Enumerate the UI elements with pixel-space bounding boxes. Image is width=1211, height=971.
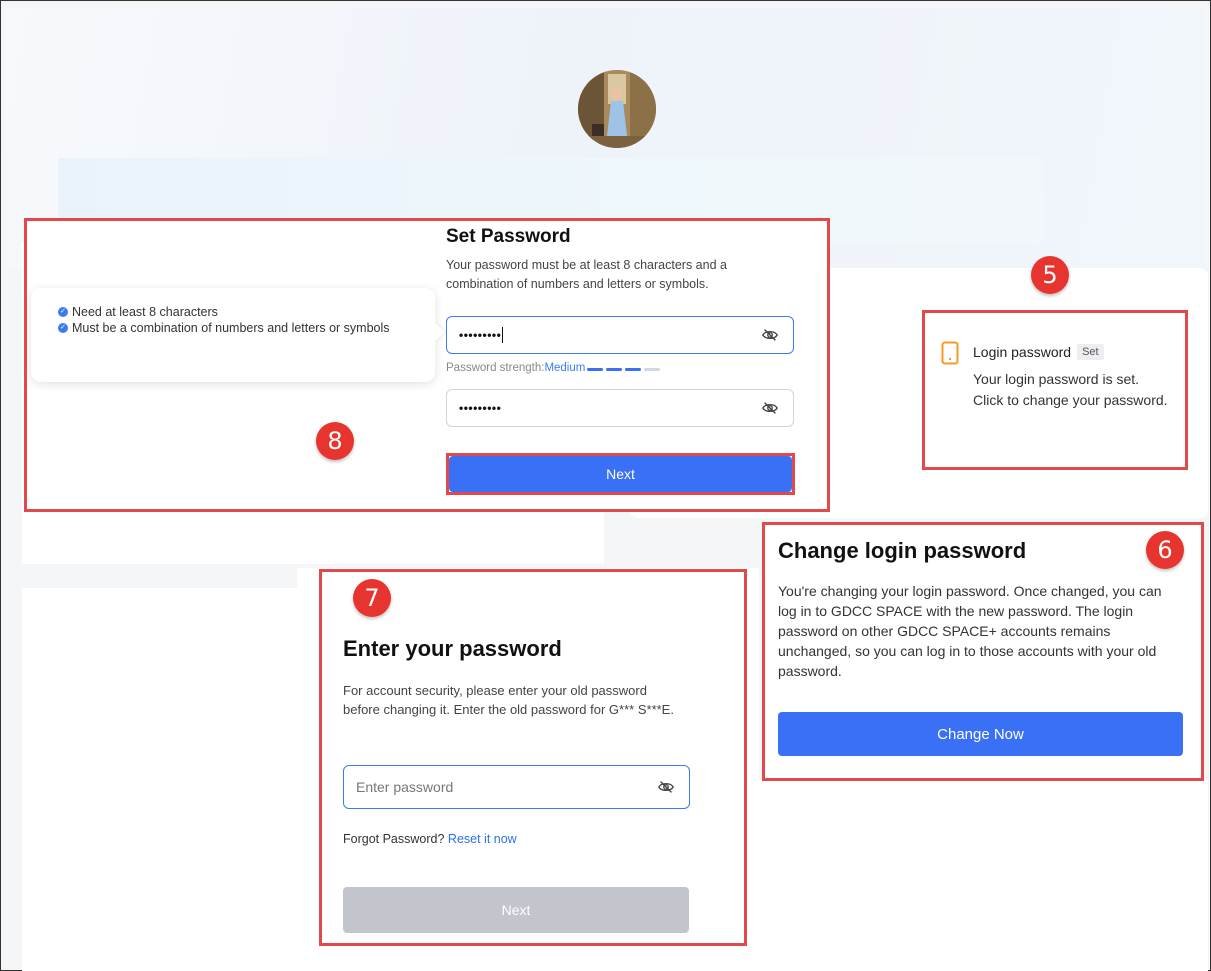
forgot-password-text: Forgot Password? — [343, 832, 445, 846]
password-rules-tooltip: ✓ Need at least 8 characters ✓ Must be a… — [31, 288, 435, 382]
rule-text: Must be a combination of numbers and let… — [72, 321, 390, 335]
content-card-bottom — [22, 588, 297, 971]
password-strength: Password strength: Medium — [446, 362, 663, 374]
password-value: ••••••••• — [459, 328, 502, 342]
check-icon: ✓ — [58, 307, 68, 317]
change-now-button[interactable]: Change Now — [778, 712, 1183, 756]
step-badge-8: 8 — [316, 422, 354, 460]
login-password-title: Login password — [973, 344, 1072, 360]
confirm-password-input[interactable]: ••••••••• — [446, 389, 794, 427]
set-password-description: Your password must be at least 8 charact… — [446, 258, 727, 291]
strength-segment — [606, 368, 623, 371]
strength-label: Password strength: — [446, 362, 545, 374]
forgot-password-row: Forgot Password? Reset it now — [343, 832, 517, 846]
confirm-password-value: ••••••••• — [459, 401, 502, 415]
step-badge-7: 7 — [353, 579, 391, 617]
set-password-title: Set Password — [446, 226, 571, 247]
reset-password-link[interactable]: Reset it now — [448, 832, 517, 846]
enter-password-description: For account security, please enter your … — [343, 683, 674, 717]
status-badge: Set — [1077, 344, 1104, 360]
login-password-description: Your login password is set. Click to cha… — [973, 371, 1168, 408]
avatar[interactable] — [578, 70, 656, 148]
eye-off-icon[interactable] — [657, 778, 675, 796]
check-icon: ✓ — [58, 323, 68, 333]
change-login-description: You're changing your login password. Onc… — [778, 583, 1162, 679]
rule-text: Need at least 8 characters — [72, 305, 218, 319]
text-caret — [502, 327, 504, 343]
content-card-bottom-right — [759, 780, 1208, 971]
rule-item: ✓ Need at least 8 characters — [58, 304, 435, 320]
step-badge-5: 5 — [1031, 256, 1069, 294]
new-password-input[interactable]: ••••••••• — [446, 316, 794, 354]
strength-segment — [587, 368, 604, 371]
eye-off-icon[interactable] — [761, 399, 779, 417]
strength-segment — [644, 368, 661, 371]
eye-off-icon[interactable] — [761, 326, 779, 344]
old-password-input[interactable]: Enter password — [343, 765, 690, 809]
set-password-next-button[interactable]: Next — [449, 456, 792, 492]
change-login-title: Change login password — [778, 538, 1027, 563]
rule-item: ✓ Must be a combination of numbers and l… — [58, 320, 435, 336]
strength-level: Medium — [544, 362, 586, 374]
enter-password-title: Enter your password — [343, 636, 562, 661]
strength-meter — [587, 362, 663, 374]
phone-icon — [941, 341, 959, 365]
strength-segment — [625, 368, 642, 371]
enter-password-next-button[interactable]: Next — [343, 887, 689, 933]
step-badge-6: 6 — [1146, 531, 1184, 569]
password-placeholder: Enter password — [356, 779, 454, 795]
login-password-item[interactable]: Login password Set — [973, 344, 1104, 360]
